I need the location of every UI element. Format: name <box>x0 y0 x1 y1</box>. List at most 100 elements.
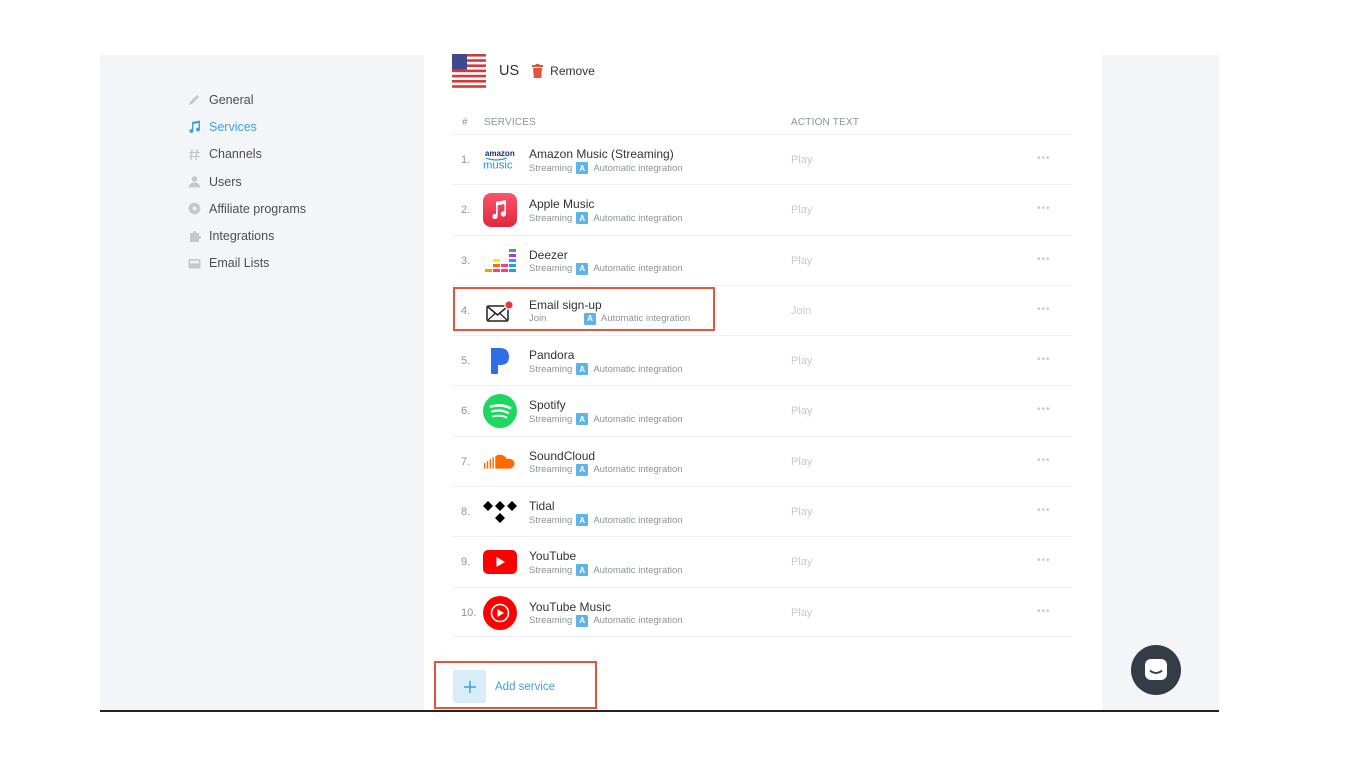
sidebar-item-users[interactable]: Users <box>187 168 306 195</box>
hash-icon <box>187 147 201 161</box>
inbox-icon <box>187 256 201 270</box>
service-type: Streaming <box>529 263 573 275</box>
sidebar-item-label: Affiliate programs <box>209 201 307 216</box>
integration-type: Automatic integration <box>593 263 683 275</box>
service-meta: Streaming A Automatic integration <box>529 514 683 527</box>
row-number: 1. <box>461 154 471 166</box>
country-header: US Remove <box>452 54 595 88</box>
more-options-icon[interactable]: ••• <box>1037 153 1051 164</box>
more-options-icon[interactable]: ••• <box>1037 455 1051 466</box>
table-row[interactable]: 1. amazon music Amazon Music (Streaming)… <box>452 134 1072 184</box>
integration-type: Automatic integration <box>593 514 683 526</box>
table-row[interactable]: 9. YouTube Streaming A Automatic integra… <box>452 536 1072 586</box>
more-options-icon[interactable]: ••• <box>1037 254 1051 265</box>
table-row[interactable]: 7. SoundCloud Streaming A Automatic inte… <box>452 435 1072 486</box>
soundcloud-logo-icon <box>483 445 517 479</box>
pencil-icon <box>187 93 201 107</box>
sidebar-item-label: Users <box>209 174 242 189</box>
email-envelope-icon <box>483 294 517 328</box>
right-gutter <box>1102 55 1219 710</box>
service-name: YouTube Music <box>529 599 611 614</box>
integration-type: Automatic integration <box>593 464 683 476</box>
action-text[interactable]: Play <box>791 154 812 166</box>
row-number: 7. <box>461 455 471 468</box>
sidebar-item-label: Services <box>209 119 257 134</box>
more-options-icon[interactable]: ••• <box>1037 505 1051 516</box>
table-row[interactable]: 2. Apple Music Streaming A Automatic int… <box>452 184 1072 234</box>
automatic-badge: A <box>576 262 589 275</box>
coin-icon <box>187 202 201 216</box>
table-row[interactable]: 3. Deezer Streaming A Automatic integrat… <box>452 234 1072 285</box>
service-name: Spotify <box>529 398 566 413</box>
more-options-icon[interactable]: ••• <box>1037 354 1051 365</box>
tidal-logo-icon <box>483 495 517 529</box>
sidebar-item-label: General <box>209 92 254 107</box>
puzzle-icon <box>187 229 201 243</box>
service-meta: Join A Automatic integration <box>529 312 691 325</box>
table-row[interactable]: 6. Spotify Streaming A Automatic integra… <box>452 385 1072 435</box>
country-code: US <box>499 63 520 79</box>
more-options-icon[interactable]: ••• <box>1037 606 1051 617</box>
sidebar-item-integrations[interactable]: Integrations <box>187 222 306 249</box>
integration-type: Automatic integration <box>593 212 683 224</box>
sidebar-item-channels[interactable]: Channels <box>187 141 306 168</box>
row-number: 9. <box>461 556 471 569</box>
action-text[interactable]: Play <box>791 355 812 367</box>
remove-country-button[interactable]: Remove <box>532 64 595 78</box>
action-text[interactable]: Play <box>791 255 812 267</box>
remove-label: Remove <box>550 64 595 78</box>
integration-type: Automatic integration <box>593 564 683 576</box>
service-type: Streaming <box>529 464 573 476</box>
deezer-logo-icon <box>483 244 517 278</box>
service-meta: Streaming A Automatic integration <box>529 614 683 627</box>
action-text[interactable]: Play <box>791 556 812 568</box>
services-list: 1. amazon music Amazon Music (Streaming)… <box>452 134 1072 637</box>
sidebar-item-email-lists[interactable]: Email Lists <box>187 250 306 277</box>
amazon-logo-text: amazon <box>485 149 515 158</box>
action-text[interactable]: Play <box>791 456 812 468</box>
sidebar-item-services[interactable]: Services <box>187 113 306 140</box>
music-logo-text: music <box>483 160 513 172</box>
service-meta: Streaming A Automatic integration <box>529 413 683 426</box>
spotify-logo-icon <box>483 394 517 429</box>
user-icon <box>187 175 201 189</box>
action-text[interactable]: Play <box>791 607 812 619</box>
sidebar-item-general[interactable]: General <box>187 86 306 113</box>
more-options-icon[interactable]: ••• <box>1037 404 1051 415</box>
service-name: Tidal <box>529 499 555 514</box>
music-note-icon <box>187 120 201 134</box>
row-number: 4. <box>461 304 471 317</box>
column-header-action-text: ACTION TEXT <box>791 117 860 128</box>
automatic-badge: A <box>576 413 589 426</box>
table-row[interactable]: 5. Pandora Streaming A Automatic integra… <box>452 335 1072 385</box>
service-type: Streaming <box>529 363 573 375</box>
more-options-icon[interactable]: ••• <box>1037 203 1051 214</box>
chat-launcher-button[interactable] <box>1131 645 1181 695</box>
add-service-button[interactable]: Add service <box>453 670 555 703</box>
apple-music-logo-icon <box>483 193 517 228</box>
more-options-icon[interactable]: ••• <box>1037 304 1051 315</box>
integration-type: Automatic integration <box>593 615 683 627</box>
trash-icon <box>532 64 544 78</box>
action-text[interactable]: Play <box>791 506 812 518</box>
automatic-badge: A <box>576 212 589 225</box>
table-row[interactable]: 10. YouTube Music Streaming A Automatic … <box>452 586 1072 637</box>
service-type: Streaming <box>529 162 573 174</box>
integration-type: Automatic integration <box>601 313 691 325</box>
automatic-badge: A <box>576 162 589 174</box>
action-text[interactable]: Join <box>791 305 811 317</box>
table-row[interactable]: 4. Email sign-up Join A Automatic integr… <box>452 284 1072 335</box>
action-text[interactable]: Play <box>791 405 812 417</box>
sidebar-item-label: Channels <box>209 147 262 162</box>
row-number: 2. <box>461 204 471 217</box>
service-meta: Streaming A Automatic integration <box>529 212 683 225</box>
sidebar-item-affiliate-programs[interactable]: Affiliate programs <box>187 195 306 222</box>
service-meta: Streaming A Automatic integration <box>529 162 683 174</box>
automatic-badge: A <box>576 463 589 476</box>
integration-type: Automatic integration <box>593 413 683 425</box>
table-row[interactable]: 8. Tidal Streaming A Automatic integrati… <box>452 486 1072 536</box>
service-meta: Streaming A Automatic integration <box>529 262 683 275</box>
action-text[interactable]: Play <box>791 204 812 216</box>
service-name: Deezer <box>529 247 568 262</box>
more-options-icon[interactable]: ••• <box>1037 555 1051 566</box>
